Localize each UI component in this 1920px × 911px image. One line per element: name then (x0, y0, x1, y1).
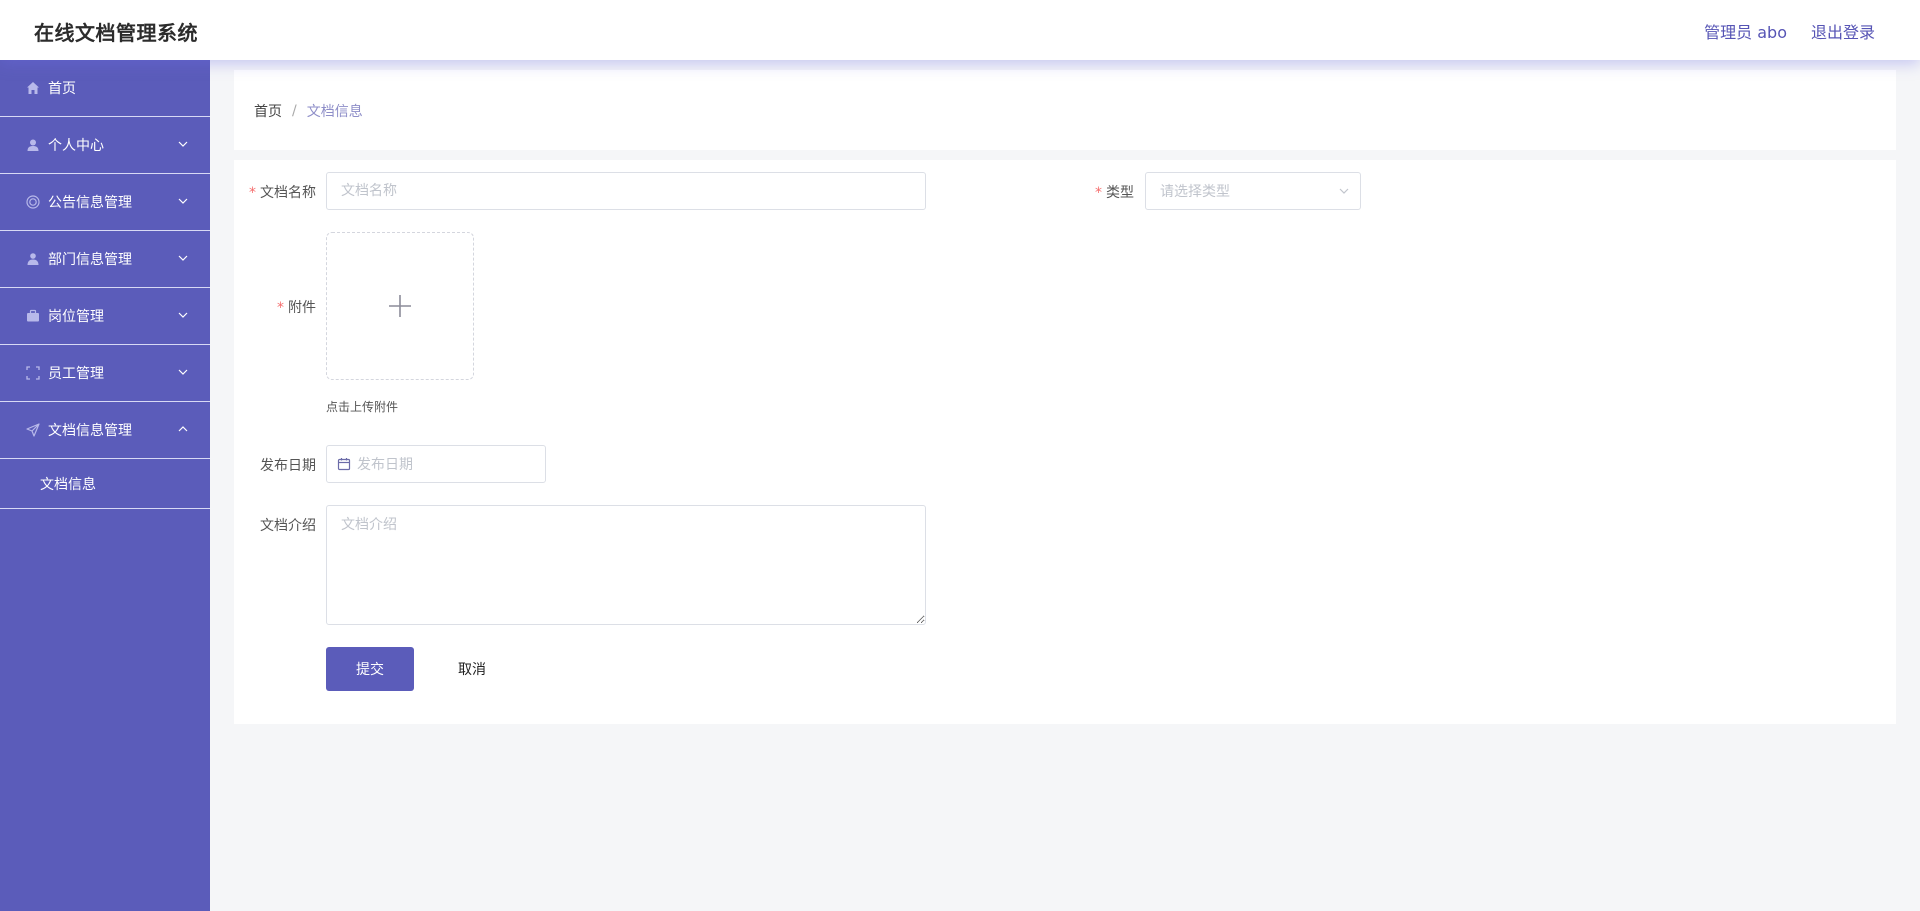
user-icon (24, 136, 42, 154)
publish-date-label: 发布日期 (226, 455, 316, 475)
top-bar: 在线文档管理系统 管理员 abo 退出登录 (0, 0, 1920, 60)
sidebar-subitem-document-info[interactable]: 文档信息 (0, 459, 210, 509)
chevron-down-icon (178, 312, 188, 318)
publish-date-picker[interactable]: 发布日期 (326, 445, 546, 483)
home-icon (24, 79, 42, 97)
type-label: * 类型 (1044, 182, 1134, 202)
scan-icon (24, 364, 42, 382)
calendar-icon (337, 458, 351, 471)
sidebar-item-personal-center[interactable]: 个人中心 (0, 117, 210, 174)
breadcrumb-card: 首页 / 文档信息 (234, 70, 1896, 150)
sidebar-item-label: 首页 (48, 81, 76, 97)
top-bar-actions: 管理员 abo 退出登录 (1704, 19, 1875, 43)
attachment-hint: 点击上传附件 (326, 400, 399, 414)
type-select-placeholder: 请选择类型 (1160, 184, 1230, 200)
sidebar-item-department-management[interactable]: 部门信息管理 (0, 231, 210, 288)
intro-label: 文档介绍 (226, 515, 316, 535)
app-title: 在线文档管理系统 (34, 21, 198, 45)
attachment-label-text: 附件 (288, 300, 316, 316)
attachment-upload-button[interactable] (326, 232, 474, 380)
document-form: *文档名称 *类型 请选择类型 *附件 点击上传附件 发布日期 发布日期 文档介… (234, 160, 1896, 724)
sidebar-item-label: 公告信息管理 (48, 195, 132, 211)
attachment-label: * 附件 (226, 297, 316, 317)
publish-date-placeholder: 发布日期 (357, 457, 413, 473)
chevron-up-icon (178, 426, 188, 432)
doc-name-input[interactable] (326, 172, 926, 210)
sidebar-item-home[interactable]: 首页 (0, 60, 210, 117)
doc-name-label: * 文档名称 (226, 182, 316, 202)
intro-label-text: 文档介绍 (260, 518, 316, 534)
required-asterisk: * (249, 185, 256, 201)
department-icon (24, 250, 42, 268)
submit-button[interactable]: 提交 (326, 647, 414, 691)
sidebar: 首页 个人中心 公告信息管理 部门信息管理 岗位管理 员工管理 文档信息管理 文… (0, 60, 210, 911)
required-asterisk: * (277, 300, 284, 316)
required-asterisk: * (1095, 185, 1102, 201)
sidebar-item-label: 员工管理 (48, 366, 104, 382)
chevron-down-icon (178, 255, 188, 261)
breadcrumb-home-link[interactable]: 首页 (254, 101, 282, 121)
sidebar-item-label: 个人中心 (48, 138, 104, 154)
sidebar-item-notice-management[interactable]: 公告信息管理 (0, 174, 210, 231)
sidebar-item-label: 部门信息管理 (48, 252, 132, 268)
send-icon (24, 421, 42, 439)
plus-icon (389, 295, 411, 317)
doc-name-label-text: 文档名称 (260, 185, 316, 201)
breadcrumb-current: 文档信息 (306, 104, 363, 120)
chevron-down-icon (178, 141, 188, 147)
chevron-down-icon (178, 369, 188, 375)
sidebar-item-employee-management[interactable]: 员工管理 (0, 345, 210, 402)
intro-textarea[interactable] (326, 505, 926, 625)
publish-date-label-text: 发布日期 (260, 458, 316, 474)
notice-icon (24, 193, 42, 211)
type-label-text: 类型 (1106, 185, 1134, 201)
logout-link[interactable]: 退出登录 (1811, 19, 1875, 43)
sidebar-item-position-management[interactable]: 岗位管理 (0, 288, 210, 345)
sidebar-item-document-management[interactable]: 文档信息管理 (0, 402, 210, 459)
type-select[interactable]: 请选择类型 (1145, 172, 1361, 210)
briefcase-icon (24, 307, 42, 325)
chevron-down-icon (1339, 188, 1349, 194)
chevron-down-icon (178, 198, 188, 204)
current-user-label[interactable]: 管理员 abo (1704, 19, 1787, 43)
breadcrumb: 首页 / 文档信息 (254, 101, 363, 121)
breadcrumb-separator: / (292, 103, 297, 119)
sidebar-subitem-label: 文档信息 (40, 476, 96, 493)
sidebar-item-label: 文档信息管理 (48, 423, 132, 439)
sidebar-item-label: 岗位管理 (48, 309, 104, 325)
cancel-button[interactable]: 取消 (428, 647, 516, 691)
